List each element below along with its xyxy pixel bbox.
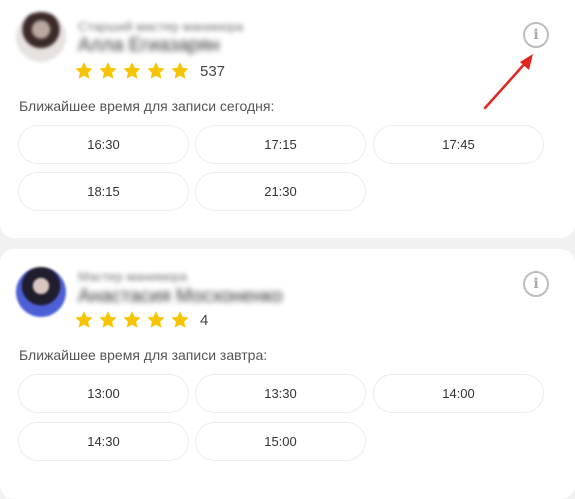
- time-slot-button[interactable]: 14:00: [373, 374, 544, 413]
- time-slot-button[interactable]: 15:00: [195, 422, 366, 461]
- avatar[interactable]: [16, 12, 66, 62]
- star-icon: [122, 310, 142, 330]
- star-icon: [74, 310, 94, 330]
- specialist-card: Мастер маникюра Анастасия Мосхоненко 4 i…: [0, 249, 575, 499]
- info-icon[interactable]: i: [523, 271, 549, 297]
- time-slot-button[interactable]: 18:15: [18, 172, 189, 211]
- star-icon: [146, 310, 166, 330]
- star-icon: [170, 61, 190, 81]
- slots-title: Ближайшее время для записи завтра:: [19, 347, 268, 363]
- rating: 4: [74, 310, 208, 330]
- rating-count: 537: [200, 62, 226, 80]
- star-icon: [98, 61, 118, 81]
- annotation-arrow: [483, 54, 533, 110]
- time-slot-button[interactable]: 17:15: [195, 125, 366, 164]
- star-icon: [98, 310, 118, 330]
- star-icon: [122, 61, 142, 81]
- time-slot-button[interactable]: 21:30: [195, 172, 366, 211]
- time-slot-button[interactable]: 13:00: [18, 374, 189, 413]
- specialist-name[interactable]: Анастасия Мосхоненко: [78, 286, 283, 308]
- rating-count: 4: [200, 311, 209, 329]
- time-slot-button[interactable]: 13:30: [195, 374, 366, 413]
- star-icon: [170, 310, 190, 330]
- time-slot-button[interactable]: 16:30: [18, 125, 189, 164]
- rating: 537: [74, 61, 225, 81]
- specialist-card: Старший мастер маникюра Алла Егиазарян 5…: [0, 0, 575, 238]
- time-slot-button[interactable]: 14:30: [18, 422, 189, 461]
- specialist-role: Мастер маникюра: [78, 269, 188, 284]
- avatar[interactable]: [16, 267, 66, 317]
- slots-title: Ближайшее время для записи сегодня:: [19, 98, 275, 114]
- star-icon: [74, 61, 94, 81]
- time-slot-button[interactable]: 17:45: [373, 125, 544, 164]
- specialist-name[interactable]: Алла Егиазарян: [78, 35, 220, 57]
- specialist-role: Старший мастер маникюра: [78, 19, 244, 34]
- info-icon[interactable]: i: [523, 22, 549, 48]
- star-icon: [146, 61, 166, 81]
